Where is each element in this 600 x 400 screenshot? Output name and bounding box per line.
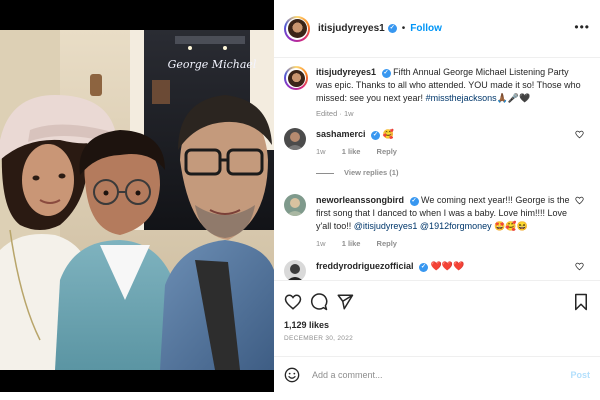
follow-button[interactable]: Follow	[410, 23, 442, 34]
emoji-icon[interactable]	[284, 367, 300, 383]
likes-count[interactable]: 1,129 likes	[284, 320, 329, 330]
comment-age: 1w	[316, 147, 326, 156]
add-comment-bar: Post	[274, 356, 600, 392]
post-photo[interactable]: George Michael	[0, 0, 274, 400]
comment-age: 1w	[316, 239, 326, 248]
caption-meta: Edited · 1w	[316, 109, 354, 118]
verified-icon: ✓	[371, 131, 381, 140]
caption-emojis: 🙏🏾🎤🖤	[496, 93, 531, 103]
caption: itisjudyreyes1 ✓ Fifth Annual George Mic…	[284, 66, 584, 118]
caption-avatar[interactable]	[284, 66, 308, 90]
post-comment-button[interactable]: Post	[570, 370, 590, 380]
comment-icon[interactable]	[310, 293, 328, 311]
comment-like-heart-icon[interactable]	[575, 130, 584, 139]
comment-emojis: ❤️❤️❤️	[430, 261, 465, 271]
verified-icon: ✓	[387, 24, 397, 33]
view-replies-button[interactable]: View replies (1)	[316, 168, 398, 177]
post-header: itisjudyreyes1 ✓ • Follow •••	[274, 0, 600, 58]
verified-icon: ✓	[409, 197, 419, 206]
comment-meta: 1w 1 like Reply	[316, 239, 584, 248]
post-photo-illustration: George Michael	[0, 0, 274, 400]
comment-item: sashamerci ✓ 🥰 1w 1 like Reply	[284, 128, 584, 156]
comment-username[interactable]: freddyrodriguezofficial	[316, 261, 414, 271]
comment-username[interactable]: neworleanssongbird	[316, 195, 404, 205]
caption-hashtag[interactable]: #missthejacksons	[426, 93, 497, 103]
post-details-panel: itisjudyreyes1 ✓ • Follow ••• itisjudyre…	[274, 0, 600, 400]
commenter-avatar[interactable]	[284, 194, 306, 216]
post-date: DECEMBER 30, 2022	[284, 335, 354, 342]
comment-username[interactable]: sashamerci	[316, 129, 366, 139]
comment-like-heart-icon[interactable]	[575, 196, 584, 205]
comment-likes[interactable]: 1 like	[342, 147, 361, 156]
bookmark-icon[interactable]	[572, 293, 590, 311]
comment-like-heart-icon[interactable]	[575, 262, 584, 271]
neon-sign: George Michael	[168, 58, 257, 71]
more-icon[interactable]: •••	[574, 21, 590, 33]
comment-emojis: 🥰	[382, 129, 394, 139]
commenter-avatar[interactable]	[284, 260, 306, 280]
comment-item: neworleanssongbird ✓ We coming next year…	[284, 194, 584, 248]
bottom-margin	[0, 392, 600, 400]
heart-icon[interactable]	[284, 293, 302, 311]
comment-input[interactable]	[312, 369, 571, 380]
share-icon[interactable]	[336, 293, 354, 311]
comment-item: freddyrodriguezofficial ✓ ❤️❤️❤️	[284, 260, 584, 280]
verified-icon: ✓	[381, 69, 391, 78]
comment-meta: 1w 1 like Reply	[316, 147, 584, 156]
author-avatar[interactable]	[284, 15, 310, 42]
commenter-avatar[interactable]	[284, 128, 306, 150]
caption-text-block: itisjudyreyes1 ✓ Fifth Annual George Mic…	[316, 66, 584, 105]
caption-age: 1w	[343, 109, 354, 118]
header-separator: •	[401, 23, 406, 34]
comment-likes[interactable]: 1 like	[342, 239, 361, 248]
verified-icon: ✓	[419, 263, 429, 272]
author-username[interactable]: itisjudyreyes1	[318, 23, 385, 34]
post-actions	[274, 280, 600, 320]
caption-edited: Edited	[316, 109, 338, 118]
comments-section[interactable]: itisjudyreyes1 ✓ Fifth Annual George Mic…	[274, 58, 600, 280]
reply-button[interactable]: Reply	[377, 147, 397, 156]
caption-username[interactable]: itisjudyreyes1	[316, 67, 376, 77]
comment-emojis: 🤩🥰😆	[494, 221, 528, 231]
comment-mentions[interactable]: @itisjudyreyes1 @1912forgmoney	[354, 221, 492, 231]
reply-button[interactable]: Reply	[377, 239, 397, 248]
